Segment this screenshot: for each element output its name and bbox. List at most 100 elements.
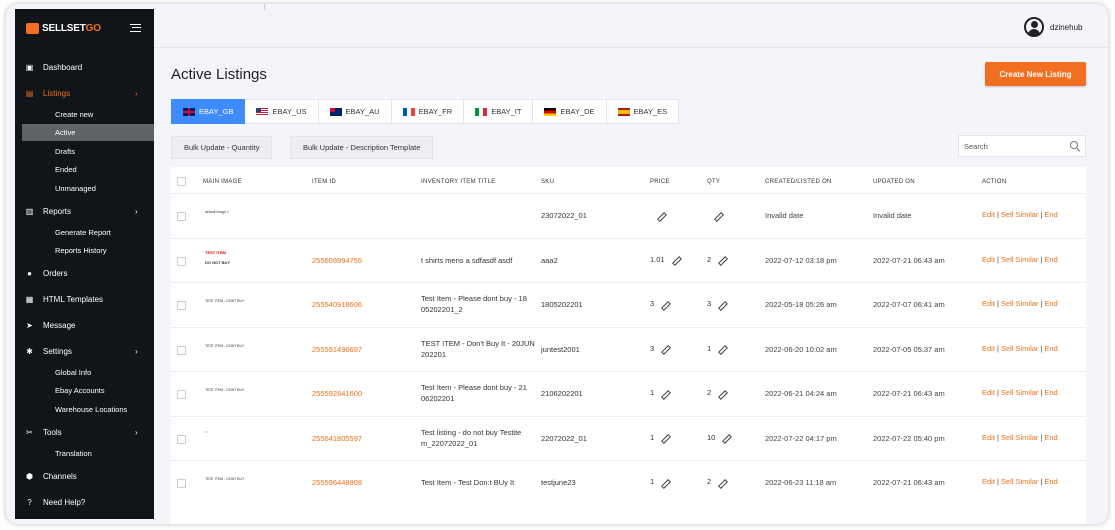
row-checkbox[interactable]: [177, 390, 186, 399]
broken-image-icon[interactable]: ▫: [205, 429, 207, 436]
sidebar-item-orders[interactable]: ● Orders: [15, 265, 154, 283]
listing-thumbnail[interactable]: TEST ITEM - DONT BUY: [205, 388, 244, 392]
sell-similar-link[interactable]: Sell Similar: [1001, 210, 1039, 219]
row-checkbox[interactable]: [177, 434, 186, 444]
sidebar-subitem-drafts[interactable]: Drafts: [15, 143, 154, 160]
search-icon[interactable]: [1070, 141, 1078, 149]
search-input[interactable]: [959, 136, 1067, 156]
item-id-link[interactable]: 255592841600: [312, 388, 362, 399]
sidebar-subitem-label: Active: [55, 128, 76, 137]
end-link[interactable]: End: [1044, 477, 1057, 486]
select-all-checkbox[interactable]: [177, 177, 186, 186]
listing-thumbnail[interactable]: TEST ITEM - DONT BUY: [205, 477, 244, 481]
sidebar-item-dashboard[interactable]: ▣ Dashboard: [15, 59, 154, 77]
row-checkbox[interactable]: [177, 212, 186, 221]
item-id-link[interactable]: 255591496697: [312, 344, 362, 355]
sidebar-subitem-translation[interactable]: Translation: [15, 445, 154, 462]
sell-similar-link[interactable]: Sell Similar: [1001, 477, 1039, 486]
end-link[interactable]: End: [1044, 344, 1057, 353]
bulk-update-quantity-button[interactable]: Bulk Update - Quantity: [171, 136, 273, 159]
edit-qty-pencil-icon[interactable]: [713, 211, 722, 220]
sell-similar-link[interactable]: Sell Similar: [1001, 344, 1039, 353]
sidebar-subitem-ebay-accounts[interactable]: Ebay Accounts: [15, 382, 154, 399]
hamburger-menu-icon[interactable]: [130, 24, 141, 32]
item-id-link[interactable]: 255540918606: [312, 299, 362, 310]
edit-qty-pencil-icon[interactable]: [717, 344, 726, 353]
sidebar-item-tools[interactable]: ✂ Tools ›: [15, 424, 154, 442]
edit-qty-pencil-icon[interactable]: [717, 300, 726, 309]
item-id-link[interactable]: 255641805597: [312, 433, 362, 444]
user-avatar-icon[interactable]: [1024, 17, 1044, 37]
row-actions: Edit | Sell Similar | End: [982, 388, 1058, 397]
sell-similar-link[interactable]: Sell Similar: [1001, 255, 1039, 264]
sidebar-subitem-reports-history[interactable]: Reports History: [15, 242, 154, 259]
edit-price-pencil-icon[interactable]: [671, 255, 680, 264]
end-link[interactable]: End: [1044, 210, 1057, 219]
end-link[interactable]: End: [1044, 255, 1057, 264]
sell-similar-link[interactable]: Sell Similar: [1001, 433, 1039, 442]
username[interactable]: dzinehub: [1050, 23, 1082, 32]
bulk-update-description-button[interactable]: Bulk Update - Description Template: [290, 136, 434, 159]
sidebar-item-settings[interactable]: ✱ Settings ›: [15, 343, 154, 361]
end-link[interactable]: End: [1044, 299, 1057, 308]
sidebar-subitem-create-new[interactable]: Create new: [15, 106, 154, 123]
qty-cell: 3: [707, 298, 726, 309]
edit-link[interactable]: Edit: [982, 210, 995, 219]
logo[interactable]: SELLSETGO: [26, 23, 101, 34]
sidebar-subitem-global-info[interactable]: Global Info: [15, 364, 154, 381]
edit-qty-pencil-icon[interactable]: [717, 478, 726, 487]
edit-qty-pencil-icon[interactable]: [717, 255, 726, 264]
tab-ebay-au[interactable]: EBAY_AU: [318, 99, 392, 124]
item-id-link[interactable]: 255608994755: [312, 255, 362, 266]
listing-thumbnail[interactable]: TEST ITEM DO NOT BUY: [205, 250, 230, 265]
row-checkbox[interactable]: [177, 256, 186, 266]
listing-thumbnail[interactable]: TEST ITEM - DONT BUY: [205, 344, 244, 348]
sidebar-item-need-help[interactable]: ? Need Help?: [15, 494, 154, 512]
sidebar-subitem-active[interactable]: Active: [22, 124, 154, 141]
row-checkbox[interactable]: [177, 479, 186, 488]
row-checkbox[interactable]: [177, 345, 186, 355]
sidebar-item-listings[interactable]: ▤ Listings ›: [15, 85, 154, 103]
action-separator: |: [996, 254, 999, 264]
edit-price-pencil-icon[interactable]: [660, 300, 669, 309]
edit-link[interactable]: Edit: [982, 344, 995, 353]
sidebar-subitem-generate-report[interactable]: Generate Report: [15, 224, 154, 241]
edit-link[interactable]: Edit: [982, 477, 995, 486]
tab-ebay-de[interactable]: EBAY_DE: [533, 99, 607, 124]
tab-ebay-it[interactable]: EBAY_IT: [464, 99, 534, 124]
edit-price-pencil-icon[interactable]: [656, 211, 665, 220]
search-box: [958, 135, 1086, 157]
tab-ebay-fr[interactable]: EBAY_FR: [391, 99, 465, 124]
sidebar-subitem-warehouse-locations[interactable]: Warehouse Locations: [15, 401, 154, 418]
sidebar-item-html-templates[interactable]: ▦ HTML Templates: [15, 291, 154, 309]
sidebar-subitem-ended[interactable]: Ended: [15, 161, 154, 178]
edit-qty-pencil-icon[interactable]: [717, 389, 726, 398]
listing-thumbnail[interactable]: TEST ITEM - DONT BUY: [205, 299, 244, 303]
edit-price-pencil-icon[interactable]: [660, 433, 669, 442]
row-checkbox[interactable]: [177, 301, 186, 310]
sidebar-item-message[interactable]: ➤ Message: [15, 317, 154, 335]
sell-similar-link[interactable]: Sell Similar: [1001, 388, 1039, 397]
edit-link[interactable]: Edit: [982, 299, 995, 308]
edit-link[interactable]: Edit: [982, 388, 995, 397]
message-icon: ➤: [26, 321, 33, 330]
edit-link[interactable]: Edit: [982, 255, 995, 264]
item-id-link[interactable]: 255596448908: [312, 477, 362, 488]
edit-qty-pencil-icon[interactable]: [721, 433, 730, 442]
tab-ebay-us[interactable]: EBAY_US: [245, 99, 319, 124]
logo-icon: [26, 23, 39, 34]
edit-link[interactable]: Edit: [982, 433, 995, 442]
listing-thumbnail[interactable]: default image 1: [205, 210, 229, 214]
sidebar-item-reports[interactable]: ▥ Reports ›: [15, 203, 154, 221]
sidebar-item-channels[interactable]: ⬢ Channels: [15, 468, 154, 486]
create-new-listing-button[interactable]: Create New Listing: [985, 62, 1086, 86]
end-link[interactable]: End: [1044, 433, 1057, 442]
edit-price-pencil-icon[interactable]: [660, 389, 669, 398]
tab-ebay-gb[interactable]: EBAY_GB: [171, 99, 246, 124]
sidebar-subitem-unmanaged[interactable]: Unmanaged: [15, 180, 154, 197]
sell-similar-link[interactable]: Sell Similar: [1001, 299, 1039, 308]
end-link[interactable]: End: [1044, 388, 1057, 397]
tab-ebay-es[interactable]: EBAY_ES: [606, 99, 680, 124]
edit-price-pencil-icon[interactable]: [660, 478, 669, 487]
edit-price-pencil-icon[interactable]: [660, 344, 669, 353]
